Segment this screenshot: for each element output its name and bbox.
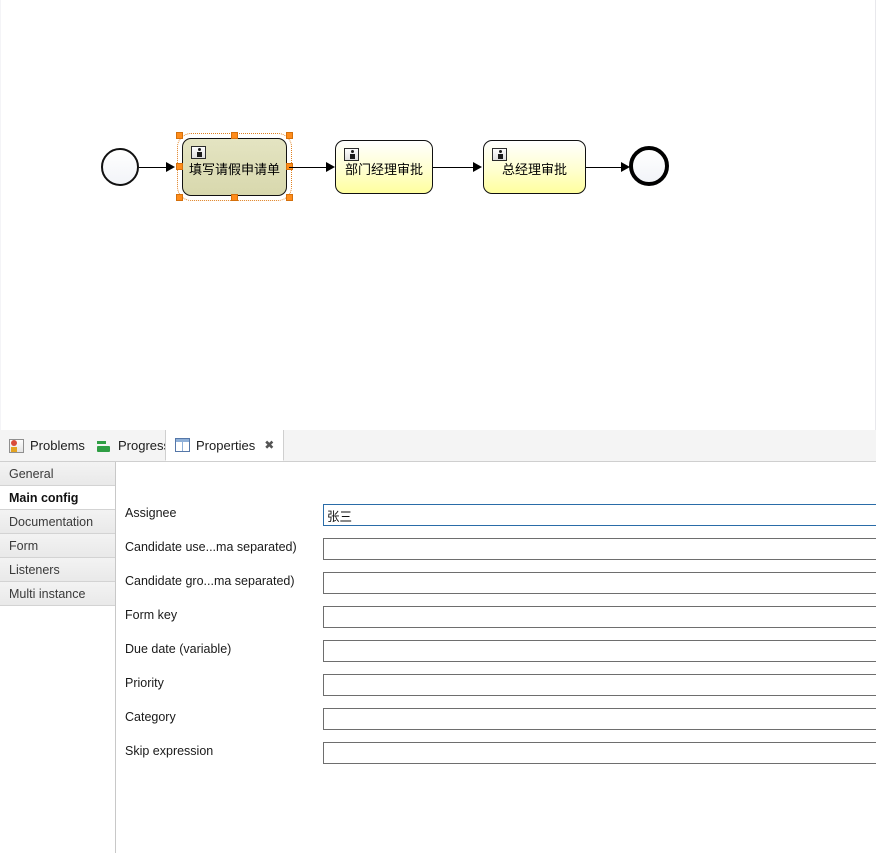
selection-handle-n[interactable] [231,132,238,139]
form-key-input[interactable] [323,606,876,628]
skip-expression-label: Skip expression [125,744,214,758]
sidebar-item-main-config-label: Main config [9,491,79,505]
priority-label: Priority [125,676,164,690]
sequence-flow-2-arrow [326,162,335,172]
properties-icon [175,438,190,452]
task-node-1[interactable]: 填写请假申请单 [177,133,292,201]
selection-handle-se[interactable] [286,194,293,201]
tab-properties-label: Properties [196,437,256,453]
sidebar-item-multi-instance[interactable]: Multi instance [0,582,115,606]
sequence-flow-3-arrow [473,162,482,172]
start-event-node[interactable] [101,148,139,186]
due-date-label: Due date (variable) [125,642,232,656]
skip-expression-input[interactable] [323,742,876,764]
sidebar-item-multi-instance-label: Multi instance [9,587,86,601]
sidebar-item-documentation-label: Documentation [9,515,94,529]
task-node-2[interactable]: 部门经理审批 [335,140,433,194]
sidebar-item-listeners[interactable]: Listeners [0,558,115,582]
selection-handle-nw[interactable] [176,132,183,139]
sidebar-item-general-label: General [9,467,54,481]
close-icon[interactable]: ✖ [264,438,274,452]
form-row-category: Category [116,708,876,730]
task-node-3[interactable]: 总经理审批 [483,140,586,194]
form-row-assignee: Assignee [116,504,876,526]
sequence-flow-1-arrow [166,162,175,172]
main-config-form: Assignee Candidate use...ma separated) C… [116,462,876,853]
category-input[interactable] [323,708,876,730]
selection-handle-sw[interactable] [176,194,183,201]
view-tabbar: Problems Progress Properties ✖ [0,430,876,462]
end-event-node[interactable] [629,146,669,186]
candidate-users-label: Candidate use...ma separated) [125,540,297,554]
form-row-candidate-groups: Candidate gro...ma separated) [116,572,876,594]
task-node-2-label: 部门经理审批 [344,162,423,178]
sequence-flow-1[interactable] [139,167,169,168]
sidebar-item-main-config[interactable]: Main config [0,486,115,510]
form-row-candidate-users: Candidate use...ma separated) [116,538,876,560]
form-row-priority: Priority [116,674,876,696]
assignee-input[interactable] [323,504,876,526]
problems-icon [9,438,24,453]
progress-icon [97,439,112,453]
sidebar-item-documentation[interactable]: Documentation [0,510,115,534]
properties-section-list: General Main config Documentation Form L… [0,462,116,853]
sequence-flow-4[interactable] [586,167,626,168]
user-task-icon [191,146,206,159]
selection-handle-w[interactable] [176,163,183,170]
due-date-input[interactable] [323,640,876,662]
tab-problems-label: Problems [30,438,85,453]
bottom-view-stack: Problems Progress Properties ✖ General M… [0,430,876,853]
candidate-users-input[interactable] [323,538,876,560]
properties-view: General Main config Documentation Form L… [0,462,876,853]
tab-properties[interactable]: Properties ✖ [165,430,285,461]
selection-handle-s[interactable] [231,194,238,201]
sidebar-item-form-label: Form [9,539,39,553]
selection-handle-ne[interactable] [286,132,293,139]
task-node-1-label: 填写请假申请单 [188,162,280,178]
category-label: Category [125,710,176,724]
sidebar-item-general[interactable]: General [0,462,115,486]
diagram-canvas[interactable]: 填写请假申请单 部门经理审批 总经理审批 [0,0,876,430]
form-key-label: Form key [125,608,178,622]
candidate-groups-input[interactable] [323,572,876,594]
sidebar-item-form[interactable]: Form [0,534,115,558]
tab-progress-label: Progress [118,438,171,453]
form-row-skip-expression: Skip expression [116,742,876,764]
sequence-flow-3[interactable] [433,167,476,168]
task-node-3-label: 总经理审批 [501,162,567,178]
canvas-left-rail [0,0,1,430]
form-row-due-date: Due date (variable) [116,640,876,662]
priority-input[interactable] [323,674,876,696]
assignee-label: Assignee [125,506,177,520]
tab-problems[interactable]: Problems [0,430,94,461]
candidate-groups-label: Candidate gro...ma separated) [125,574,295,588]
form-row-form-key: Form key [116,606,876,628]
sequence-flow-2[interactable] [289,167,329,168]
sidebar-item-listeners-label: Listeners [9,563,60,577]
